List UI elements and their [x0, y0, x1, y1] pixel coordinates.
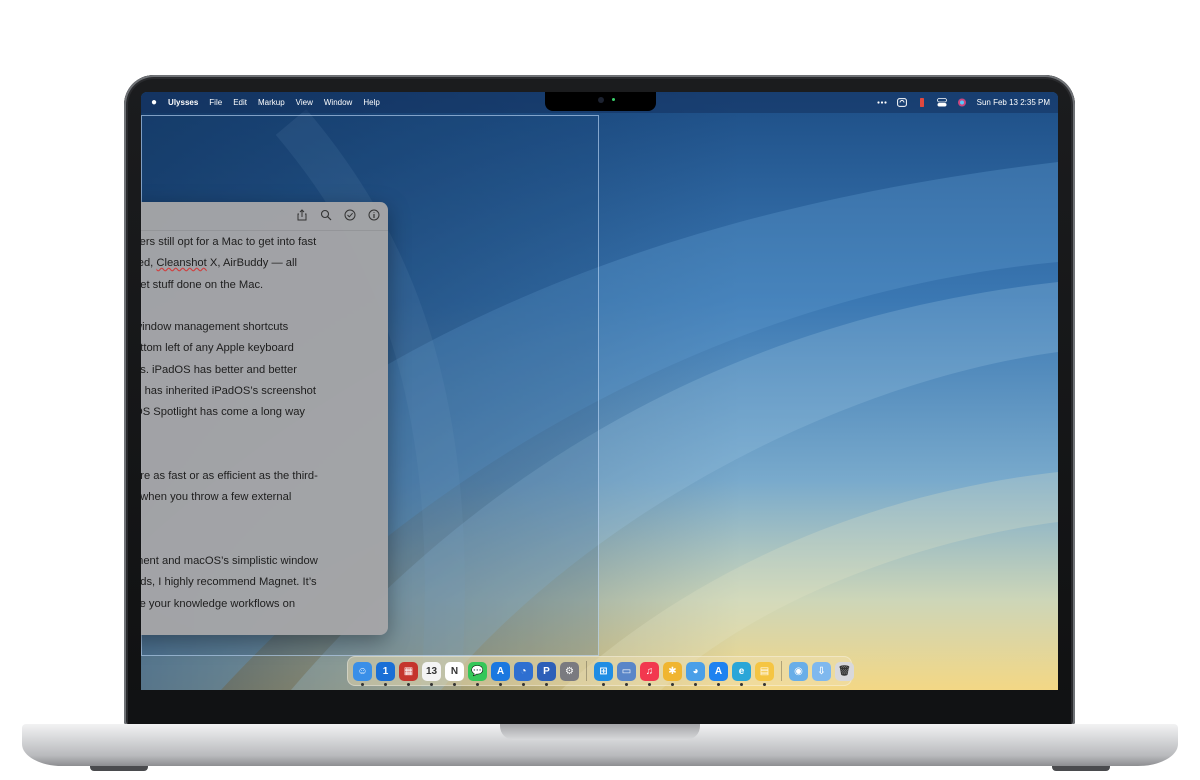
laptop-foot-right	[1052, 766, 1110, 771]
running-indicator	[499, 682, 502, 686]
more-icon[interactable]	[877, 98, 887, 107]
text-line: ottom left of any Apple keyboard	[141, 342, 294, 354]
menu-window[interactable]: Window	[324, 92, 352, 113]
text-span: X, AirBuddy — all	[206, 257, 297, 269]
running-indicator	[545, 682, 548, 686]
running-indicator	[763, 682, 766, 686]
laptop-hinge	[128, 690, 1071, 724]
finder-icon[interactable]: ☺	[353, 661, 372, 686]
edge-icon[interactable]: e	[732, 661, 751, 686]
goals-icon[interactable]	[344, 209, 356, 221]
camera-icon	[598, 97, 604, 103]
text-line: are as fast or as efficient as the third…	[141, 470, 318, 482]
laptop-foot-left	[90, 766, 148, 771]
system-preferences-icon[interactable]: ⚙	[560, 661, 579, 681]
text-line: window management shortcuts	[141, 321, 289, 333]
menu-edit[interactable]: Edit	[233, 92, 247, 113]
downloads-folder-icon[interactable]: ⇩	[812, 661, 831, 681]
calendar-icon[interactable]: 13	[422, 661, 441, 686]
running-indicator	[694, 682, 697, 686]
text-line: ve your knowledge workflows on	[141, 598, 296, 610]
text-line: ment and macOS’s simplistic window	[141, 555, 318, 567]
text-line: sers still opt for a Mac to get into fas…	[141, 236, 317, 248]
laptop-thumb-groove	[500, 724, 700, 740]
app-store-icon[interactable]: A	[709, 661, 728, 686]
text-line: es. iPadOS has better and better	[141, 364, 297, 376]
testflight-icon[interactable]: A	[491, 661, 510, 686]
editor-divider	[141, 230, 388, 231]
notion-icon[interactable]: N	[445, 661, 464, 686]
running-indicator	[407, 682, 410, 686]
running-indicator	[361, 682, 364, 686]
battery-bookmark-icon[interactable]	[917, 98, 927, 107]
running-indicator	[602, 682, 605, 686]
menu-view[interactable]: View	[296, 92, 313, 113]
app-menu[interactable]: Ulysses	[168, 92, 198, 113]
dock-separator	[586, 661, 587, 681]
preview-icon[interactable]: ▭	[617, 661, 636, 686]
running-indicator	[648, 682, 651, 686]
menu-markup[interactable]: Markup	[258, 92, 285, 113]
running-indicator	[476, 682, 479, 686]
pockity-icon[interactable]: P	[537, 661, 556, 686]
text-line: eds, I highly recommend Magnet. It’s	[141, 576, 317, 588]
analytics-icon[interactable]: ◔	[514, 661, 533, 686]
search-icon[interactable]	[320, 209, 332, 221]
text-line: OS Spotlight has come a long way	[141, 406, 306, 418]
info-icon[interactable]	[368, 209, 380, 221]
running-indicator	[625, 682, 628, 686]
control-center-icon[interactable]	[936, 98, 947, 107]
editor-toolbar	[296, 209, 380, 221]
running-indicator	[430, 682, 433, 686]
running-indicator	[671, 682, 674, 686]
folder-app-icon[interactable]: ▤	[755, 661, 774, 686]
text-line: t when you throw a few external	[141, 491, 292, 503]
apple-menu-icon[interactable]: ●	[151, 92, 157, 113]
text-line: red, Cleanshot X, AirBuddy — all	[141, 257, 297, 269]
menu-help[interactable]: Help	[363, 92, 379, 113]
running-indicator	[717, 682, 720, 686]
running-indicator	[522, 682, 525, 686]
menu-bar: ● Ulysses File Edit Markup View Window H…	[141, 92, 1058, 113]
misspelled-word[interactable]: Cleanshot	[156, 257, 206, 269]
running-indicator	[384, 682, 387, 686]
siri-icon[interactable]	[957, 98, 967, 107]
music-icon[interactable]: ♫	[640, 661, 659, 686]
text-line: get stuff done on the Mac.	[141, 279, 264, 291]
screen: sers still opt for a Mac to get into fas…	[141, 92, 1058, 690]
camera-indicator-light	[612, 98, 615, 101]
1password-icon[interactable]: 1	[376, 661, 395, 686]
menu-file[interactable]: File	[209, 92, 222, 113]
windows-app-icon[interactable]: ⊞	[594, 661, 613, 686]
applications-folder-icon[interactable]: ◉	[789, 661, 808, 681]
fantastical-icon[interactable]: ▦	[399, 661, 418, 686]
running-indicator	[453, 682, 456, 686]
tweetbot-icon[interactable]: ◕	[686, 661, 705, 686]
running-indicator	[740, 682, 743, 686]
trash-icon[interactable]: 🗑	[835, 661, 854, 681]
tes-icon[interactable]: ✱	[663, 661, 682, 686]
camera-notch	[545, 92, 656, 111]
text-line: S has inherited iPadOS’s screenshot	[141, 385, 317, 397]
messages-icon[interactable]: 💬	[468, 661, 487, 686]
sync-icon[interactable]	[896, 98, 907, 107]
menu-bar-clock[interactable]: Sun Feb 13 2:35 PM	[977, 98, 1050, 107]
share-icon[interactable]	[296, 209, 308, 221]
text-span: red,	[141, 257, 154, 269]
dock-separator	[781, 661, 782, 681]
dock: ☺ 1 ▦ 13 N 💬 A ◔ P ⚙ ⊞ ▭ ♫ ✱ ◕ Ae ▤ ◉ ⇩ 🗑	[347, 656, 854, 686]
ulysses-editor-window[interactable]: sers still opt for a Mac to get into fas…	[141, 202, 388, 635]
